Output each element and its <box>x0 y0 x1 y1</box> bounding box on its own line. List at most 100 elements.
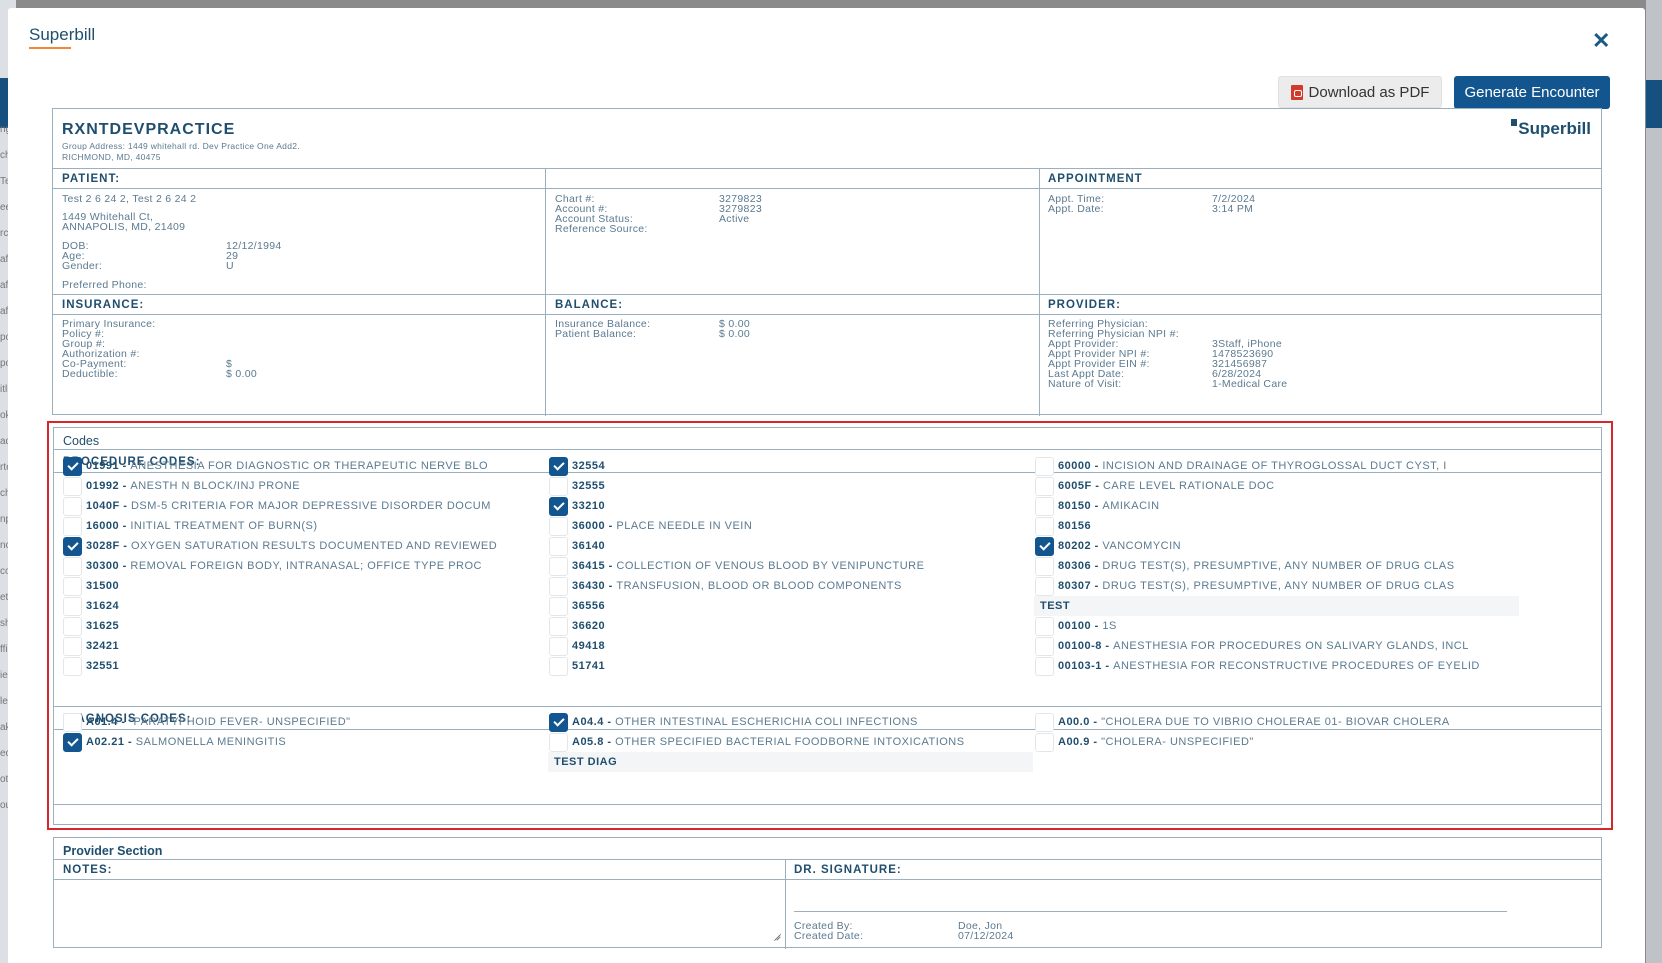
code-checkbox[interactable] <box>1035 712 1054 732</box>
code-value: 3028F <box>86 540 120 552</box>
code-value: 6005F <box>1058 480 1092 492</box>
codes-section: Codes PROCEDURE CODES: 01991 - ANESTHESI… <box>53 427 1602 825</box>
nature-label: Nature of Visit: <box>1048 378 1122 390</box>
code-checkbox[interactable] <box>1035 456 1054 476</box>
code-checkbox[interactable] <box>549 576 568 596</box>
divider <box>1039 168 1040 416</box>
code-value: A01.4 <box>86 716 118 728</box>
code-checkbox[interactable] <box>1035 576 1054 596</box>
code-separator: - <box>1091 480 1103 492</box>
code-value: 80150 <box>1058 500 1092 512</box>
practice-address: Group Address: 1449 whitehall rd. Dev Pr… <box>62 141 300 163</box>
code-checkbox[interactable] <box>549 596 568 616</box>
code-checkbox[interactable] <box>1035 476 1054 496</box>
code-checkbox[interactable] <box>1035 556 1054 576</box>
code-row: 36430 - TRANSFUSION, BLOOD OR BLOOD COMP… <box>549 576 902 596</box>
code-group-label: TEST DIAG <box>548 752 1033 772</box>
code-checkbox[interactable] <box>549 456 568 476</box>
codes-title: Codes <box>63 434 100 448</box>
code-checkbox[interactable] <box>1035 536 1054 556</box>
code-checkbox[interactable] <box>1035 516 1054 536</box>
code-row: 36000 - PLACE NEEDLE IN VEIN <box>549 516 752 536</box>
code-description: OTHER SPECIFIED BACTERIAL FOODBORNE INTO… <box>615 736 965 748</box>
created-date-label: Created Date: <box>794 930 864 942</box>
code-checkbox[interactable] <box>549 496 568 516</box>
code-checkbox[interactable] <box>63 456 82 476</box>
code-value: 36620 <box>572 620 606 632</box>
code-checkbox[interactable] <box>63 476 82 496</box>
code-description: OXYGEN SATURATION RESULTS DOCUMENTED AND… <box>130 540 498 552</box>
code-description: DRUG TEST(S), PRESUMPTIVE, ANY NUMBER OF… <box>1102 580 1455 592</box>
code-checkbox[interactable] <box>549 656 568 676</box>
generate-encounter-button[interactable]: Generate Encounter <box>1454 76 1610 109</box>
code-checkbox[interactable] <box>549 712 568 732</box>
code-checkbox[interactable] <box>63 732 82 752</box>
code-value: 31624 <box>86 600 120 612</box>
pdf-file-icon <box>1290 84 1303 100</box>
code-checkbox[interactable] <box>549 556 568 576</box>
code-checkbox[interactable] <box>549 476 568 496</box>
code-description: "CHOLERA- UNSPECIFIED" <box>1101 736 1254 748</box>
code-description: TRANSFUSION, BLOOD OR BLOOD COMPONENTS <box>616 580 902 592</box>
code-checkbox[interactable] <box>63 596 82 616</box>
code-description: INCISION AND DRAINAGE OF THYROGLOSSAL DU… <box>1102 460 1447 472</box>
code-row: 51741 <box>549 656 605 676</box>
code-checkbox[interactable] <box>63 556 82 576</box>
code-checkbox[interactable] <box>1035 636 1054 656</box>
code-value: 01992 <box>86 480 120 492</box>
code-value: 32554 <box>572 460 606 472</box>
code-checkbox[interactable] <box>63 576 82 596</box>
code-row: 1040F - DSM-5 CRITERIA FOR MAJOR DEPRESS… <box>63 496 491 516</box>
code-value: 36430 <box>572 580 606 592</box>
download-pdf-button[interactable]: Download as PDF <box>1278 76 1442 108</box>
code-checkbox[interactable] <box>549 616 568 636</box>
preferred-phone-label: Preferred Phone: <box>62 279 147 291</box>
code-checkbox[interactable] <box>63 536 82 556</box>
insurance-heading: INSURANCE: <box>62 299 145 311</box>
code-separator: - <box>605 580 617 592</box>
code-checkbox[interactable] <box>63 656 82 676</box>
divider <box>54 804 1601 805</box>
code-value: 31625 <box>86 620 120 632</box>
created-date-row: Created Date: 07/12/2024 <box>794 931 1014 942</box>
code-checkbox[interactable] <box>1035 496 1054 516</box>
code-row: 16000 - INITIAL TREATMENT OF BURN(S) <box>63 516 318 536</box>
code-description: CARE LEVEL RATIONALE DOC <box>1102 480 1275 492</box>
resize-handle-icon[interactable] <box>772 932 780 940</box>
code-checkbox[interactable] <box>63 516 82 536</box>
code-description: 1S <box>1102 620 1117 632</box>
notes-textarea[interactable] <box>55 880 788 950</box>
divider <box>54 449 1601 450</box>
code-checkbox[interactable] <box>549 516 568 536</box>
code-value: 33210 <box>572 500 606 512</box>
code-description: VANCOMYCIN <box>1102 540 1182 552</box>
code-checkbox[interactable] <box>549 536 568 556</box>
code-description: PLACE NEEDLE IN VEIN <box>616 520 753 532</box>
patient-balance-value: $ 0.00 <box>719 328 750 340</box>
code-value: 32555 <box>572 480 606 492</box>
code-checkbox[interactable] <box>1035 616 1054 636</box>
code-separator: - <box>119 460 131 472</box>
code-checkbox[interactable] <box>63 636 82 656</box>
code-checkbox[interactable] <box>549 732 568 752</box>
appointment-heading: APPOINTMENT <box>1048 173 1143 185</box>
close-icon[interactable]: ✕ <box>1592 28 1610 54</box>
code-checkbox[interactable] <box>63 496 82 516</box>
code-checkbox[interactable] <box>63 616 82 636</box>
code-row: 80156 <box>1035 516 1091 536</box>
divider <box>53 294 1601 295</box>
code-checkbox[interactable] <box>549 636 568 656</box>
code-row: 00103-1 - ANESTHESIA FOR RECONSTRUCTIVE … <box>1035 656 1480 676</box>
signature-heading: DR. SIGNATURE: <box>794 864 902 876</box>
code-separator: - <box>1089 716 1102 728</box>
code-description: ANESTHESIA FOR PROCEDURES ON SALIVARY GL… <box>1113 640 1469 652</box>
code-separator: - <box>1091 540 1103 552</box>
reference-source-label: Reference Source: <box>555 223 648 235</box>
code-separator: - <box>119 500 131 512</box>
code-description: "PARATYPHOID FEVER- UNSPECIFIED" <box>129 716 351 728</box>
code-checkbox[interactable] <box>1035 656 1054 676</box>
deductible-row: Deductible: $ 0.00 <box>62 369 257 380</box>
superbill-sheet: RXNTDEVPRACTICE Group Address: 1449 whit… <box>52 108 1602 416</box>
code-checkbox[interactable] <box>1035 732 1054 752</box>
code-checkbox[interactable] <box>63 712 82 732</box>
